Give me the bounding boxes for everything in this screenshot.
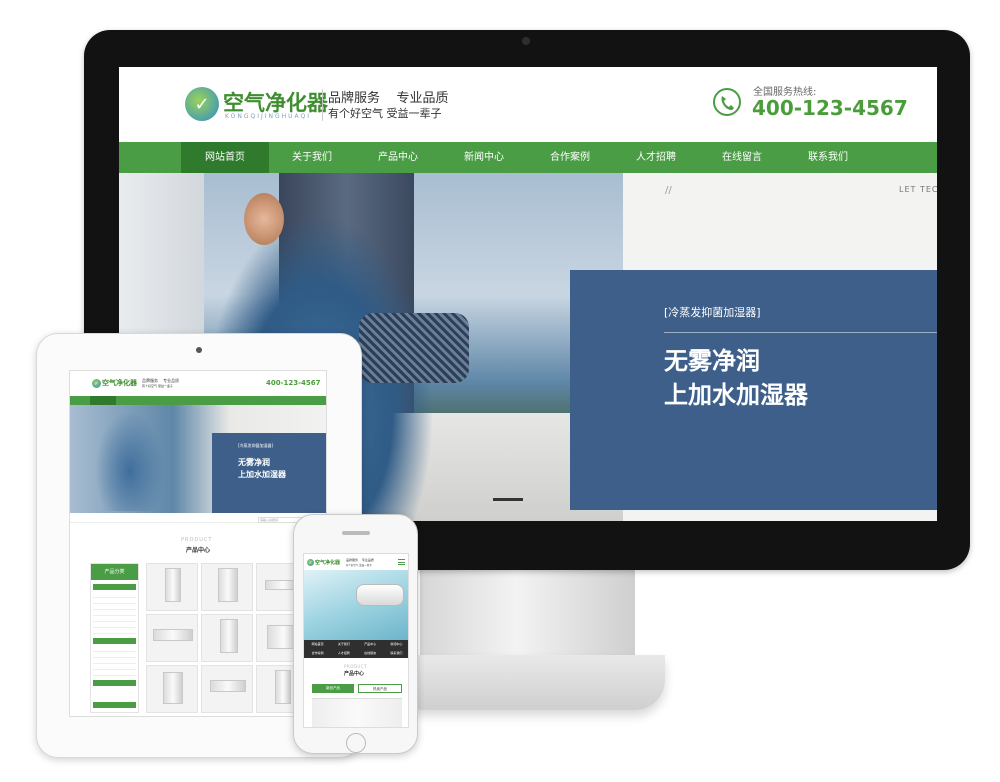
phone-section-en: PRODUCT — [344, 664, 368, 669]
monitor-stand-base — [395, 655, 665, 710]
tablet-hero: [冷蒸发抑菌加湿器] 无雾净润 上加水加湿器 — [70, 405, 326, 513]
monitor-camera — [522, 37, 530, 45]
hotline-number[interactable]: 400-123-4567 — [752, 96, 908, 120]
tablet-hero-title-1: 无雾净润 — [238, 458, 270, 467]
tablet-screen: ✓ 空气净化器 品牌服务 专业品质 有个好空气 受益一辈子 400-123-45… — [69, 370, 327, 717]
product-image — [220, 619, 238, 653]
tablet-sidebar-group-1[interactable] — [93, 584, 136, 590]
phone-speaker — [342, 531, 370, 535]
mobile-phone: ✓ 空气净化器 品牌服务 专业品质 有个好空气 受益一辈子 网站首页 关于我们 … — [293, 514, 418, 754]
phone-nav-item[interactable]: 网站首页 — [305, 641, 330, 649]
phone-nav-item[interactable]: 新闻中心 — [384, 641, 408, 649]
nav-item-contact[interactable]: 联系我们 — [785, 142, 871, 173]
phone-nav-item[interactable]: 联系我们 — [384, 650, 408, 658]
phone-nav-item[interactable]: 在线留言 — [358, 650, 383, 658]
tablet-product-tile[interactable] — [146, 665, 198, 713]
hero-tag: [冷蒸发抑菌加湿器] — [664, 306, 761, 319]
site-logo-icon[interactable]: ✓ — [185, 87, 219, 121]
tablet-product-tile[interactable] — [146, 563, 198, 611]
product-image — [218, 568, 238, 602]
phone-nav-item[interactable]: 产品中心 — [358, 641, 383, 649]
phone-hero — [304, 570, 408, 640]
phone-product-row — [312, 698, 402, 727]
nav-item-cases[interactable]: 合作案例 — [527, 142, 613, 173]
main-nav: 网站首页 关于我们 产品中心 新闻中心 合作案例 人才招聘 在线留言 联系我们 — [119, 142, 937, 173]
tablet-logo-icon: ✓ — [92, 379, 101, 388]
product-image — [165, 568, 181, 602]
tablet-hero-person — [95, 411, 165, 511]
nav-item-products[interactable]: 产品中心 — [355, 142, 441, 173]
hero-blanket — [359, 313, 469, 383]
product-image — [210, 680, 246, 692]
monitor-stand-neck — [420, 570, 635, 660]
tablet-sidebar-group-2[interactable] — [93, 638, 136, 644]
phone-slogan: 品牌服务 专业品质 — [346, 558, 374, 562]
tablet-hero-tag: [冷蒸发抑菌加湿器] — [238, 443, 274, 448]
product-image — [153, 629, 193, 641]
hamburger-icon[interactable] — [398, 559, 405, 565]
phone-nav-item[interactable]: 关于我们 — [331, 641, 356, 649]
tablet-product-tile[interactable] — [201, 614, 253, 662]
tablet-sidebar-list-1 — [93, 592, 136, 636]
tablet-sidebar-title: 产品分类 — [91, 564, 138, 580]
tablet-sidebar-list-2 — [93, 646, 136, 676]
phone-home-button[interactable] — [346, 733, 366, 753]
nav-item-home[interactable]: 网站首页 — [181, 142, 269, 173]
product-image — [275, 670, 291, 704]
tablet-sidebar-group-4[interactable] — [93, 702, 136, 708]
tablet-nav-active — [90, 396, 116, 405]
hero-title-line-2: 上加水加湿器 — [664, 381, 808, 409]
tablet-site-name: 空气净化器 — [102, 379, 137, 387]
phone-icon — [713, 88, 741, 116]
phone-nav-item[interactable]: 合作案例 — [305, 650, 330, 658]
tablet-product-tile[interactable] — [146, 614, 198, 662]
phone-slogan-2: 有个好空气 受益一辈子 — [346, 564, 372, 567]
phone-hero-device — [356, 584, 404, 606]
tablet-product-tile[interactable] — [201, 563, 253, 611]
hero-text-card: [冷蒸发抑菌加湿器] 无雾净润 上加水加湿器 — [570, 270, 937, 510]
phone-nav-grid: 网站首页 关于我们 产品中心 新闻中心 合作案例 人才招聘 在线留言 联系我们 — [304, 640, 408, 658]
tablet-section-en: PRODUCT — [181, 537, 213, 543]
tablet-slogan-2: 有个好空气 受益一辈子 — [142, 384, 173, 388]
phone-tab-new[interactable]: 新品产品 — [312, 684, 354, 693]
tablet-camera — [196, 347, 202, 353]
phone-logo-icon: ✓ — [307, 559, 314, 566]
phone-site-name: 空气净化器 — [315, 560, 341, 566]
phone-tab-hot[interactable]: 热卖产品 — [358, 684, 402, 693]
tablet-hero-title-2: 上加水加湿器 — [238, 470, 286, 479]
hero-corner-text: LET TECH — [899, 185, 937, 194]
site-pinyin: KONGQIJINGHUAQI — [225, 113, 312, 120]
header-divider — [322, 89, 323, 121]
hero-title-line-1: 无雾净润 — [664, 347, 760, 375]
product-image — [163, 672, 183, 704]
hamburger-icon-middle — [398, 562, 405, 563]
tablet-product-tile[interactable] — [201, 665, 253, 713]
phone-screen: ✓ 空气净化器 品牌服务 专业品质 有个好空气 受益一辈子 网站首页 关于我们 … — [303, 553, 409, 728]
tablet-hero-card: [冷蒸发抑菌加湿器] 无雾净润 上加水加湿器 — [212, 433, 326, 513]
nav-item-jobs[interactable]: 人才招聘 — [613, 142, 699, 173]
nav-item-message[interactable]: 在线留言 — [699, 142, 785, 173]
slogan-line-2: 有个好空气 受益一辈子 — [328, 107, 442, 120]
phone-nav-item[interactable]: 人才招聘 — [331, 650, 356, 658]
tablet-nav — [70, 396, 326, 405]
nav-item-news[interactable]: 新闻中心 — [441, 142, 527, 173]
nav-item-about[interactable]: 关于我们 — [269, 142, 355, 173]
tablet-sidebar: 产品分类 — [90, 563, 139, 713]
phone-section-cn: 产品中心 — [344, 671, 365, 677]
slider-indicator[interactable] — [493, 498, 523, 501]
slogan-line-1: 品牌服务 专业品质 — [328, 91, 449, 106]
hero-divider — [664, 332, 937, 333]
hero-corner-mark: // — [665, 185, 672, 196]
tablet-section-cn: 产品中心 — [186, 547, 211, 554]
tablet-sidebar-group-3[interactable] — [93, 680, 136, 686]
hero-person-head — [244, 193, 284, 245]
tablet-hotline-number: 400-123-4567 — [266, 379, 321, 387]
